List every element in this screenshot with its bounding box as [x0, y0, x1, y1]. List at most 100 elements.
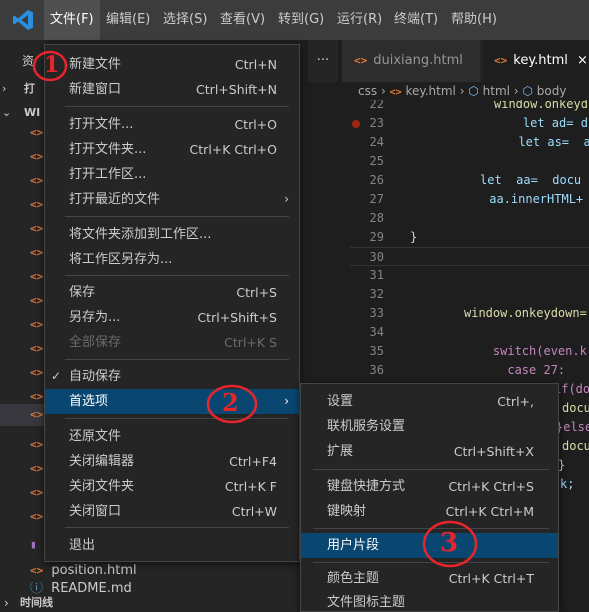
file-row[interactable]: <>: [0, 482, 48, 504]
menu-view[interactable]: 查看(V): [214, 0, 271, 40]
code-text: }: [558, 458, 566, 472]
html-file-icon: <>: [30, 462, 44, 475]
menu-run[interactable]: 运行(R): [331, 0, 388, 40]
file-row[interactable]: <>: [0, 146, 48, 168]
tab-key[interactable]: <> key.html ×: [482, 40, 589, 82]
code-text: if(do: [554, 382, 589, 396]
open-editors-label: 打: [24, 82, 35, 95]
html-file-icon: <>: [30, 246, 44, 259]
menu-item-open-workspace[interactable]: 打开工作区...: [45, 162, 299, 187]
menu-item-file-icon-theme[interactable]: 文件图标主题: [301, 590, 558, 612]
menu-separator: [65, 359, 289, 360]
chevron-right-icon: ›: [380, 84, 390, 98]
menu-item-settings[interactable]: 设置 Ctrl+,: [301, 389, 558, 414]
code-text: window.onkeyd: [494, 100, 588, 111]
menu-item-close-window[interactable]: 关闭窗口 Ctrl+W: [45, 499, 299, 524]
code-text: docu: [562, 401, 589, 415]
html-file-icon: <>: [30, 294, 44, 307]
html-file-icon: <>: [30, 270, 44, 283]
file-row[interactable]: <>: [0, 218, 48, 240]
file-row[interactable]: <>: [0, 434, 48, 456]
file-row[interactable]: <>: [0, 314, 48, 336]
menu-item-new-file[interactable]: 新建文件 Ctrl+N: [45, 52, 299, 77]
code-text: docu: [562, 439, 589, 453]
menu-terminal[interactable]: 终端(T): [388, 0, 444, 40]
file-row[interactable]: <>: [0, 290, 48, 312]
html-file-icon: <>: [30, 222, 44, 235]
line-number: 34: [369, 325, 384, 339]
line-number: 30: [369, 250, 384, 264]
code-text: switch(even.k: [464, 344, 587, 358]
menu-item-keymaps[interactable]: 键映射 Ctrl+K Ctrl+M: [301, 499, 558, 524]
workspace-section[interactable]: ⌄ WI: [0, 102, 48, 124]
menu-item-keyboard-shortcuts[interactable]: 键盘快捷方式 Ctrl+K Ctrl+S: [301, 474, 558, 499]
code-text: }: [410, 230, 418, 244]
menu-item-open-folder[interactable]: 打开文件夹... Ctrl+K Ctrl+O: [45, 137, 299, 162]
menu-item-color-theme[interactable]: 颜色主题 Ctrl+K Ctrl+T: [301, 566, 558, 591]
breadcrumb-item[interactable]: css: [358, 84, 377, 98]
menu-item-revert-file[interactable]: 还原文件: [45, 424, 299, 449]
menu-item-exit[interactable]: 退出: [45, 533, 299, 558]
code-text: }else: [556, 420, 589, 434]
menu-go[interactable]: 转到(G): [272, 0, 330, 40]
menu-edit[interactable]: 编辑(E): [100, 0, 156, 40]
tab-duixiang[interactable]: <> duixiang.html: [342, 40, 480, 82]
line-number: 29: [369, 230, 384, 244]
menu-separator: [65, 527, 289, 528]
line-number: 35: [369, 344, 384, 358]
annotation-number-1: 1: [44, 52, 60, 78]
breadcrumb-item[interactable]: key.html: [405, 84, 455, 98]
menu-item-online-services-settings[interactable]: 联机服务设置: [301, 414, 558, 439]
file-row-position[interactable]: <> position.html: [30, 560, 300, 582]
menu-item-new-window[interactable]: 新建窗口 Ctrl+Shift+N: [45, 77, 299, 102]
vscode-logo-icon: [13, 10, 33, 30]
file-row[interactable]: <>: [0, 362, 48, 384]
menu-item-extensions[interactable]: 扩展 Ctrl+Shift+X: [301, 439, 558, 464]
menu-help[interactable]: 帮助(H): [445, 0, 503, 40]
file-row[interactable]: <>: [0, 266, 48, 288]
code-text: k;: [560, 477, 575, 491]
file-row[interactable]: <>: [0, 338, 48, 360]
breadcrumb-item[interactable]: body: [537, 84, 567, 98]
file-row[interactable]: <>: [0, 242, 48, 264]
menu-selection[interactable]: 选择(S): [157, 0, 213, 40]
menu-item-close-editor[interactable]: 关闭编辑器 Ctrl+F4: [45, 449, 299, 474]
menu-item-auto-save[interactable]: ✓ 自动保存: [45, 364, 299, 389]
file-row[interactable]: <>: [0, 122, 48, 144]
title-bar: 文件(F) 编辑(E) 选择(S) 查看(V) 转到(G) 运行(R) 终端(T…: [0, 0, 589, 40]
menu-item-open-recent[interactable]: 打开最近的文件 ›: [45, 187, 299, 212]
explorer-header-label: 资: [22, 54, 35, 68]
element-icon: ⬡: [468, 84, 479, 98]
file-row[interactable]: <>: [0, 458, 48, 480]
file-row[interactable]: <>: [0, 170, 48, 192]
file-row[interactable]: <>: [0, 194, 48, 216]
menu-item-user-snippets[interactable]: 用户片段: [301, 533, 558, 558]
html-file-icon: <>: [30, 486, 44, 499]
timeline-label: 时间线: [20, 596, 53, 609]
open-editors-section[interactable]: › 打: [0, 78, 48, 100]
menu-separator: [65, 106, 289, 107]
html-file-icon: <>: [30, 366, 44, 379]
menu-item-preferences[interactable]: 首选项 ›: [45, 389, 299, 414]
menu-item-open-file[interactable]: 打开文件... Ctrl+O: [45, 112, 299, 137]
chevron-right-icon: ›: [284, 394, 289, 408]
menu-file[interactable]: 文件(F): [44, 0, 100, 40]
file-row[interactable]: <>: [0, 506, 48, 528]
breadcrumb-item[interactable]: html: [483, 84, 510, 98]
timeline-section[interactable]: › 时间线: [0, 594, 300, 612]
element-icon: ⬡: [522, 84, 533, 98]
line-number: 22: [369, 100, 384, 111]
code-text: let as= a: [504, 135, 589, 149]
menu-item-close-folder[interactable]: 关闭文件夹 Ctrl+K F: [45, 474, 299, 499]
menu-item-save-workspace-as[interactable]: 将工作区另存为...: [45, 247, 299, 272]
file-row-selected[interactable]: <>: [0, 404, 48, 426]
preferences-submenu: 设置 Ctrl+, 联机服务设置 扩展 Ctrl+Shift+X 键盘快捷方式 Ctr…: [300, 383, 559, 612]
menu-item-save[interactable]: 保存 Ctrl+S: [45, 280, 299, 305]
file-row[interactable]: ▮: [0, 534, 48, 556]
tab-label: key.html: [513, 53, 568, 68]
menu-item-add-folder-to-workspace[interactable]: 将文件夹添加到工作区...: [45, 222, 299, 247]
more-actions-icon[interactable]: ···: [308, 40, 338, 82]
menu-item-save-as[interactable]: 另存为... Ctrl+Shift+S: [45, 305, 299, 330]
close-icon[interactable]: ×: [577, 40, 588, 82]
chevron-right-icon: ›: [2, 82, 7, 95]
